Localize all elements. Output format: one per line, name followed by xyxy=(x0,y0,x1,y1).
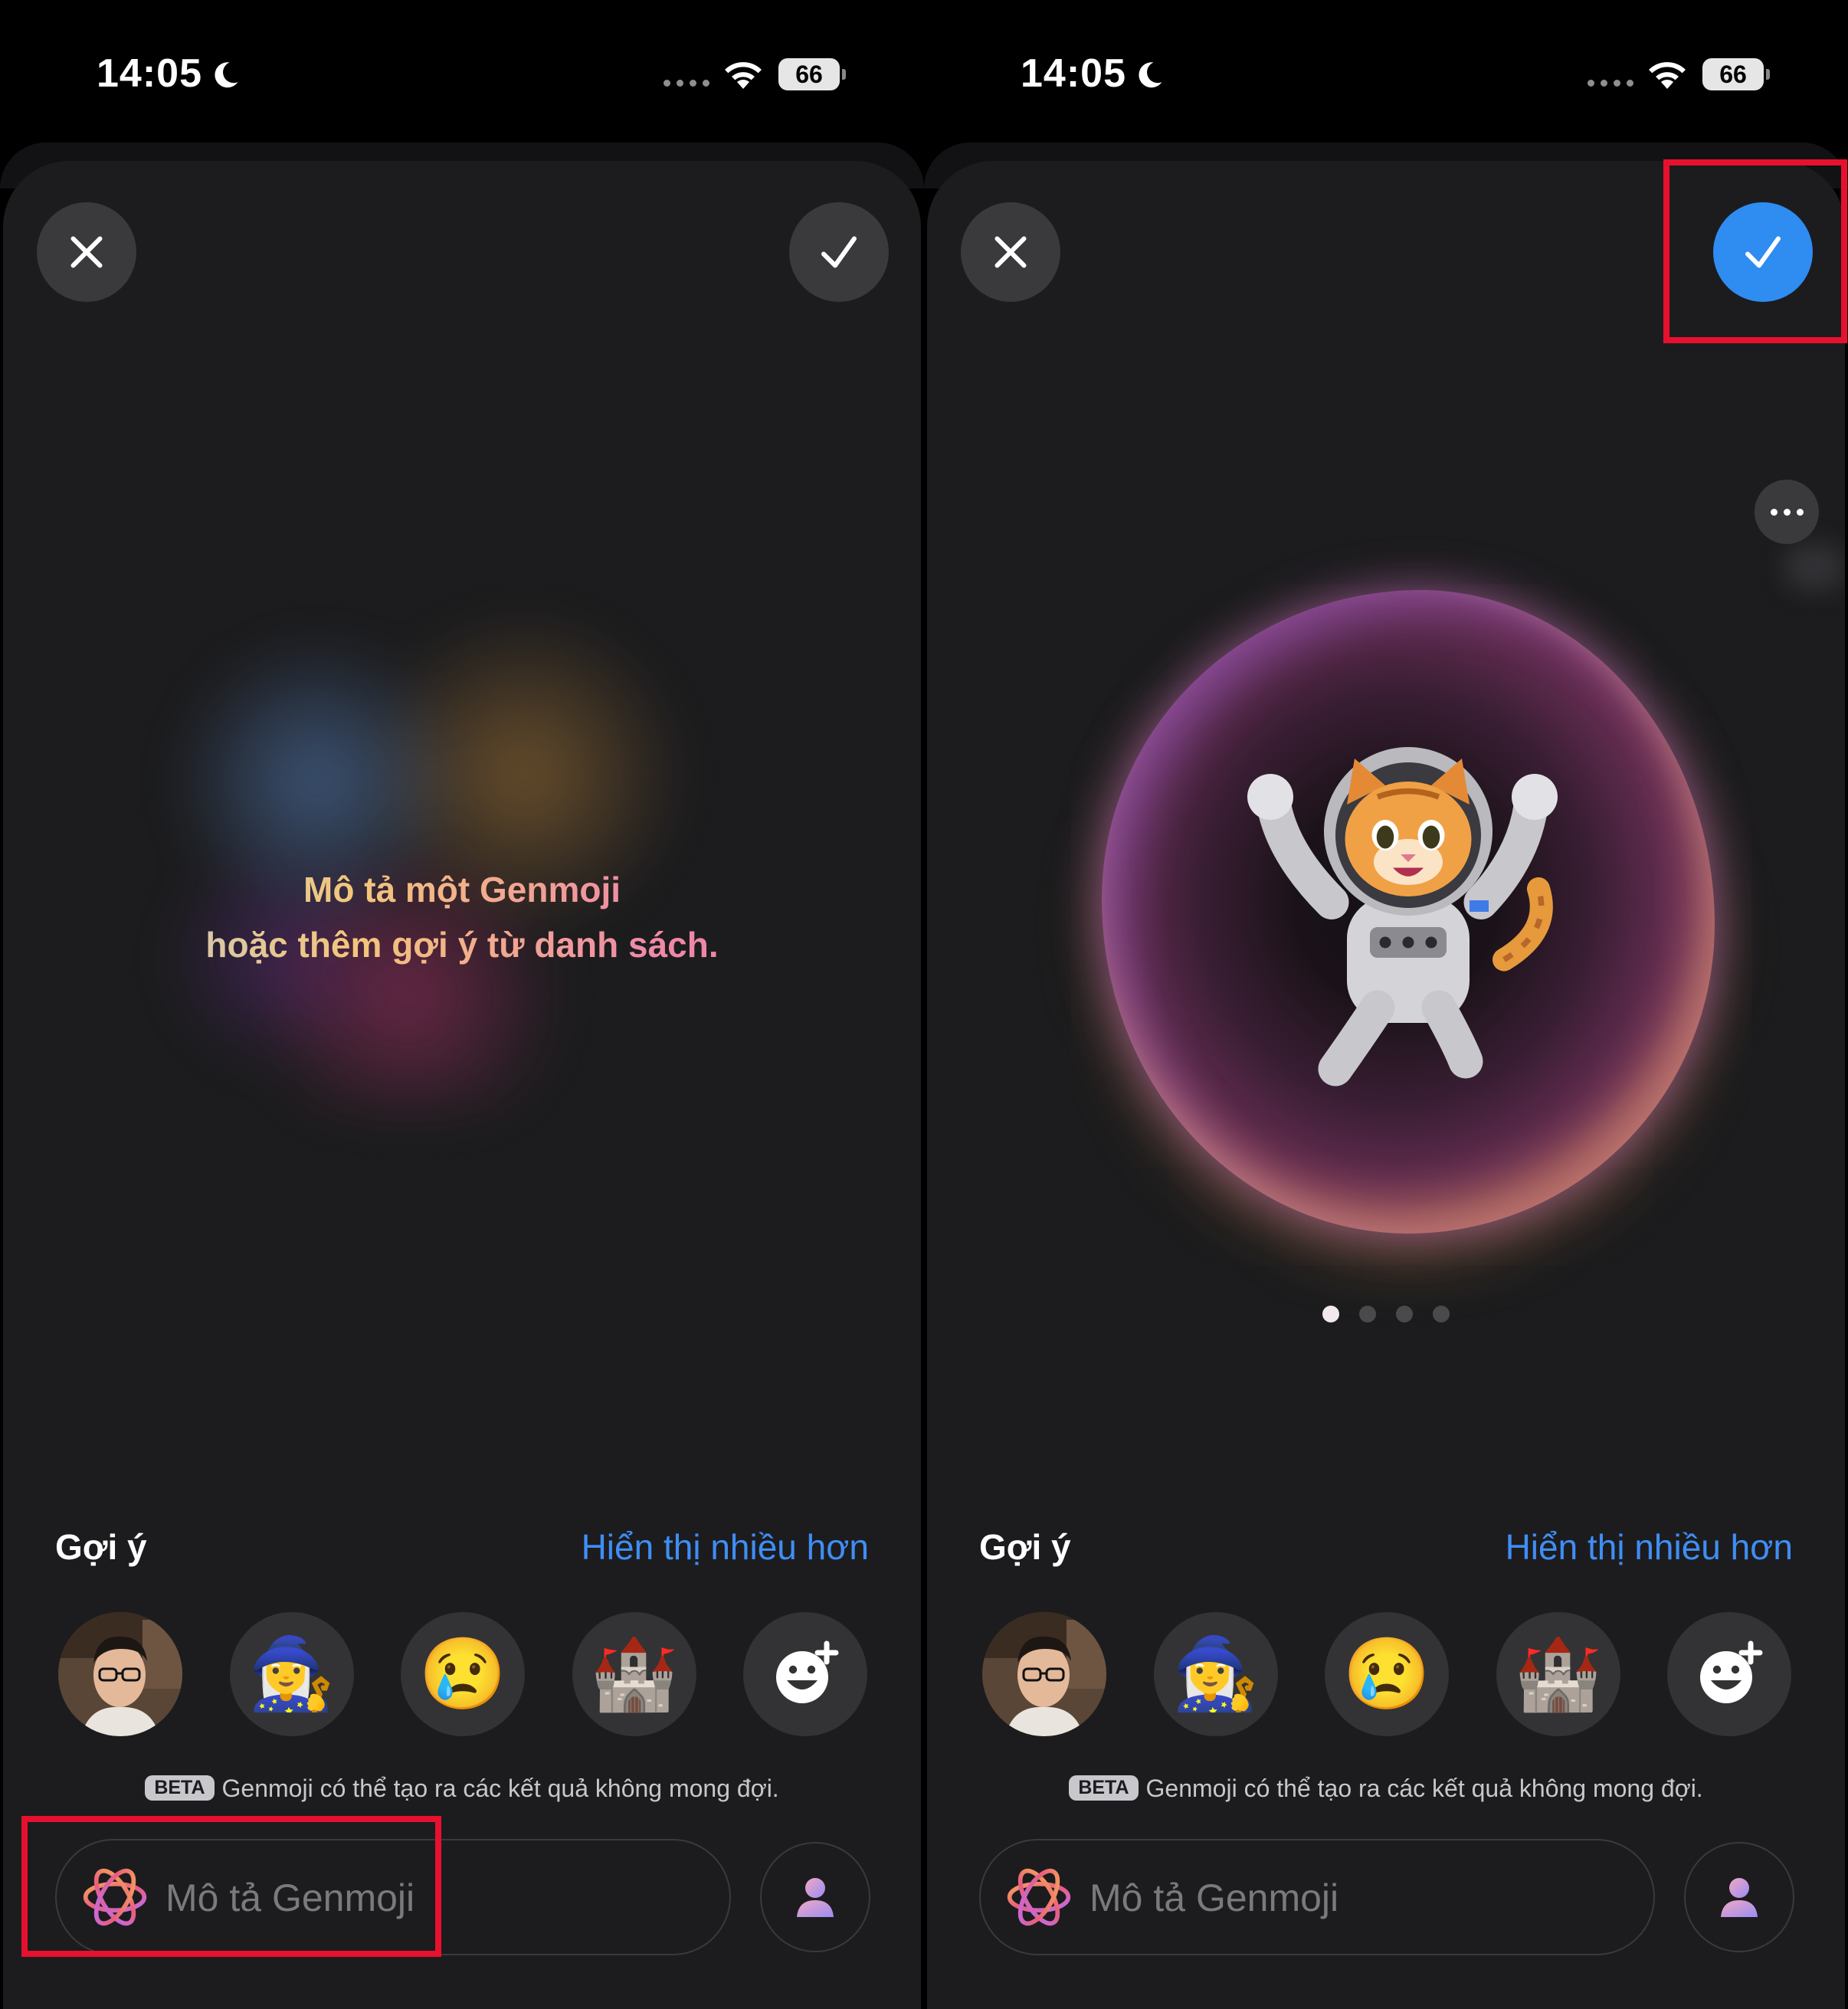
person-picker-button[interactable] xyxy=(1684,1842,1794,1952)
result-page-indicator[interactable] xyxy=(927,1306,1845,1322)
checkmark-icon xyxy=(821,236,857,268)
genmoji-description-input[interactable]: Mô tả Genmoji xyxy=(55,1839,731,1955)
castle-emoji: 🏰 xyxy=(590,1635,678,1713)
show-more-link[interactable]: Hiển thị nhiều hơn xyxy=(582,1526,869,1568)
input-placeholder: Mô tả Genmoji xyxy=(165,1876,415,1919)
suggestion-crying-face[interactable]: 😢 xyxy=(401,1612,525,1736)
apple-intelligence-icon xyxy=(1007,1868,1071,1926)
suggestions-title: Gợi ý xyxy=(979,1527,1071,1567)
status-time: 14:05 xyxy=(97,51,202,96)
beta-note: Genmoji có thể tạo ra các kết quả không … xyxy=(221,1775,779,1802)
moon-icon xyxy=(215,62,238,88)
ambient-glow xyxy=(87,529,777,1111)
cellular-signal-icon xyxy=(1588,80,1633,87)
genmoji-result-bubble xyxy=(1102,590,1715,1234)
add-emoji-icon xyxy=(1700,1640,1763,1703)
beta-badge: BETA xyxy=(145,1775,215,1801)
close-icon xyxy=(70,236,103,268)
suggestions-row: 🧙‍♀️ 😢 🏰 xyxy=(58,1612,867,1736)
suggestion-crying-face[interactable]: 😢 xyxy=(1325,1612,1449,1736)
more-options-button[interactable] xyxy=(1755,480,1819,544)
more-menu-shadow xyxy=(1784,544,1845,590)
close-button[interactable] xyxy=(37,202,136,302)
page-dot-4 xyxy=(1433,1306,1450,1322)
prompt-line-2: hoặc thêm gợi ý từ danh sách. xyxy=(205,925,719,965)
suggestions-row: 🧙‍♀️ 😢 🏰 xyxy=(982,1612,1791,1736)
show-more-link[interactable]: Hiển thị nhiều hơn xyxy=(1506,1526,1793,1568)
beta-badge: BETA xyxy=(1069,1775,1139,1801)
genmoji-sheet: Mô tả một Genmoji hoặc thêm gợi ý từ dan… xyxy=(3,161,921,2009)
witch-emoji: 🧙‍♀️ xyxy=(1171,1635,1260,1713)
suggestion-add-emoji[interactable] xyxy=(743,1612,867,1736)
status-bar: 14:05 66 xyxy=(0,0,924,146)
suggestion-witch[interactable]: 🧙‍♀️ xyxy=(229,1612,354,1736)
suggestion-castle[interactable]: 🏰 xyxy=(572,1612,696,1736)
close-icon xyxy=(994,236,1027,268)
more-dot xyxy=(1770,508,1778,516)
moon-icon xyxy=(1139,62,1162,88)
confirm-button[interactable] xyxy=(789,202,889,302)
crying-face-emoji: 😢 xyxy=(418,1635,507,1713)
battery-tip xyxy=(1766,69,1770,80)
battery-indicator: 66 xyxy=(1702,58,1764,90)
person-photo-icon xyxy=(58,1612,182,1736)
castle-emoji: 🏰 xyxy=(1514,1635,1602,1713)
beta-note: Genmoji có thể tạo ra các kết quả không … xyxy=(1145,1775,1703,1802)
confirm-button[interactable] xyxy=(1713,202,1813,302)
beta-disclaimer: BETA Genmoji có thể tạo ra các kết quả kh… xyxy=(927,1775,1845,1803)
page-dot-3 xyxy=(1396,1306,1413,1322)
suggestions-title: Gợi ý xyxy=(55,1527,147,1567)
wifi-icon xyxy=(725,62,762,89)
suggestion-person-photo[interactable] xyxy=(982,1612,1106,1736)
input-placeholder: Mô tả Genmoji xyxy=(1089,1876,1339,1919)
more-dot xyxy=(1796,508,1804,516)
wifi-icon xyxy=(1649,62,1686,89)
apple-intelligence-icon xyxy=(83,1868,147,1926)
prompt-line-1: Mô tả một Genmoji xyxy=(303,870,621,909)
page-dot-2 xyxy=(1359,1306,1376,1322)
person-picker-button[interactable] xyxy=(760,1842,870,1952)
suggestion-add-emoji[interactable] xyxy=(1667,1612,1791,1736)
empty-state-prompt: Mô tả một Genmoji hoặc thêm gợi ý từ dan… xyxy=(3,862,921,972)
person-icon xyxy=(797,1878,834,1917)
person-icon xyxy=(1721,1878,1758,1917)
status-time: 14:05 xyxy=(1021,51,1126,96)
screen-genmoji-result: 14:05 66 xyxy=(924,0,1848,2009)
suggestion-witch[interactable]: 🧙‍♀️ xyxy=(1153,1612,1278,1736)
page-dot-1 xyxy=(1322,1306,1339,1322)
add-emoji-icon xyxy=(776,1640,839,1703)
screen-genmoji-empty: 14:05 66 Mô tả một Genmoji hoặc thêm gợi… xyxy=(0,0,924,2009)
person-photo-icon xyxy=(982,1612,1106,1736)
witch-emoji: 🧙‍♀️ xyxy=(247,1635,336,1713)
cellular-signal-icon xyxy=(664,80,709,87)
genmoji-description-input[interactable]: Mô tả Genmoji xyxy=(979,1839,1655,1955)
status-bar: 14:05 66 xyxy=(924,0,1848,146)
checkmark-icon xyxy=(1745,236,1781,268)
crying-face-emoji: 😢 xyxy=(1342,1635,1431,1713)
more-dot xyxy=(1783,508,1791,516)
close-button[interactable] xyxy=(961,202,1060,302)
battery-tip xyxy=(842,69,846,80)
cat-astronaut-genmoji xyxy=(1247,747,1558,1086)
battery-indicator: 66 xyxy=(778,58,840,90)
suggestion-person-photo[interactable] xyxy=(58,1612,182,1736)
beta-disclaimer: BETA Genmoji có thể tạo ra các kết quả kh… xyxy=(3,1775,921,1803)
genmoji-sheet: Gợi ý Hiển thị nhiều hơn 🧙‍♀️ 😢 🏰 xyxy=(927,161,1845,2009)
suggestion-castle[interactable]: 🏰 xyxy=(1496,1612,1620,1736)
